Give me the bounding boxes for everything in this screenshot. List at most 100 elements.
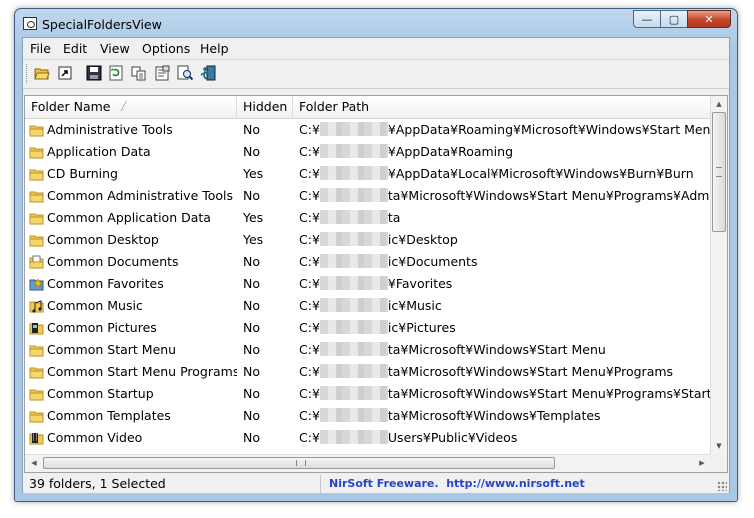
- folder-path: C:¥ Users¥Public¥Videos: [299, 427, 711, 449]
- hidden-flag: No: [243, 386, 260, 401]
- column-header-folder-path[interactable]: Folder Path: [293, 96, 711, 118]
- hidden-flag: No: [243, 144, 260, 159]
- vertical-scrollbar[interactable]: ▲ ▼: [710, 96, 727, 454]
- redacted-username: [319, 408, 388, 422]
- folder-path: C:¥ ta¥Microsoft¥Windows¥Templates: [299, 405, 711, 427]
- menu-help[interactable]: Help: [200, 41, 229, 56]
- scrollbar-corner: [710, 454, 727, 472]
- open-shortcut-button[interactable]: [57, 65, 73, 81]
- hidden-flag: No: [243, 276, 260, 291]
- open-folder-button[interactable]: [34, 65, 50, 81]
- folder-name: Administrative Tools: [47, 122, 173, 137]
- horizontal-scrollbar[interactable]: ◀ ▶: [25, 454, 711, 472]
- folder-path-prefix: C:¥: [299, 430, 320, 445]
- folder-icon: [29, 411, 44, 423]
- table-row[interactable]: Common Music No C:¥ ic¥Music: [25, 295, 711, 317]
- folder-icon: [29, 213, 44, 225]
- scroll-left-icon[interactable]: ◀: [28, 457, 40, 469]
- folder-name: Common Application Data: [47, 210, 211, 225]
- folder-path-suffix: ¥AppData¥Roaming¥Microsoft¥Windows¥Start…: [387, 122, 711, 137]
- column-header-folder-name[interactable]: Folder Name ╱: [25, 96, 237, 118]
- exit-icon: [200, 65, 216, 81]
- properties-button[interactable]: [154, 65, 170, 81]
- minimize-icon: —: [641, 12, 653, 26]
- menu-view[interactable]: View: [100, 41, 130, 56]
- column-header-label: Folder Path: [299, 99, 370, 114]
- scroll-right-icon[interactable]: ▶: [696, 457, 708, 469]
- table-row[interactable]: Common Video No C:¥ Users¥Public¥Videos: [25, 427, 711, 449]
- minimize-button[interactable]: —: [633, 10, 661, 28]
- table-row[interactable]: Common Start Menu Programs No C:¥ ta¥Micros…: [25, 361, 711, 383]
- folder-path: C:¥ ta: [299, 207, 711, 229]
- folder-icon: [29, 191, 44, 203]
- hidden-flag: No: [243, 320, 260, 335]
- hidden-flag: No: [243, 122, 260, 137]
- folder-path-suffix: ta: [387, 210, 401, 225]
- folder-icon: [29, 367, 44, 379]
- folder-name: CD Burning: [47, 166, 118, 181]
- folder-list[interactable]: Folder Name ╱ Hidden Folder Path Adminis…: [24, 95, 728, 473]
- maximize-button[interactable]: ▢: [660, 10, 688, 28]
- table-row[interactable]: Common Startup No C:¥ ta¥Microsoft¥Windows¥…: [25, 383, 711, 405]
- folder-path: C:¥ ic¥Desktop: [299, 229, 711, 251]
- menu-file[interactable]: File: [30, 41, 51, 56]
- table-row[interactable]: Common Administrative Tools No C:¥ ta¥Micro…: [25, 185, 711, 207]
- find-button[interactable]: [177, 65, 194, 81]
- open-shortcut-icon: [58, 66, 72, 80]
- table-row[interactable]: Common Application Data Yes C:¥ ta: [25, 207, 711, 229]
- title-bar[interactable]: SpecialFoldersView — ▢ ✕: [15, 9, 737, 37]
- close-icon: ✕: [704, 12, 714, 26]
- column-header-label: Hidden: [243, 99, 288, 114]
- toolbar-grip[interactable]: [26, 64, 29, 83]
- folder-path-prefix: C:¥: [299, 188, 320, 203]
- table-row[interactable]: Common Pictures No C:¥ ic¥Pictures: [25, 317, 711, 339]
- redacted-username: [319, 342, 388, 356]
- sort-arrow-icon: ╱: [121, 102, 127, 112]
- folder-path-prefix: C:¥: [299, 122, 320, 137]
- scroll-down-icon[interactable]: ▼: [713, 440, 725, 452]
- hidden-flag: No: [243, 408, 260, 423]
- folder-path: C:¥ ta¥Microsoft¥Windows¥Start Menu¥Progr…: [299, 361, 711, 383]
- vertical-scroll-thumb[interactable]: [712, 112, 726, 232]
- client-area: File Edit View Options Help Folder Name …: [22, 37, 730, 493]
- status-credit-link[interactable]: NirSoft Freeware. http://www.nirsoft.net: [329, 475, 585, 493]
- table-row[interactable]: Common Documents No C:¥ ic¥Documents: [25, 251, 711, 273]
- table-row[interactable]: Administrative Tools No C:¥ ¥AppData¥Roamin…: [25, 119, 711, 141]
- folder-path-suffix: ic¥Desktop: [387, 232, 458, 247]
- column-header-hidden[interactable]: Hidden: [237, 96, 293, 118]
- pictures-folder-icon: [29, 323, 44, 335]
- copy-button[interactable]: [131, 65, 147, 81]
- table-row[interactable]: Common Templates No C:¥ ta¥Microsoft¥Window…: [25, 405, 711, 427]
- save-button[interactable]: [86, 65, 102, 81]
- close-button[interactable]: ✕: [687, 10, 731, 28]
- redacted-username: [319, 144, 388, 158]
- table-row[interactable]: Common Start Menu No C:¥ ta¥Microsoft¥Windo…: [25, 339, 711, 361]
- folder-path-prefix: C:¥: [299, 210, 320, 225]
- folder-path-prefix: C:¥: [299, 276, 320, 291]
- find-icon: [177, 65, 194, 81]
- table-row[interactable]: Common Desktop Yes C:¥ ic¥Desktop: [25, 229, 711, 251]
- table-row[interactable]: CD Burning Yes C:¥ ¥AppData¥Local¥Microsoft…: [25, 163, 711, 185]
- refresh-icon: [109, 65, 123, 81]
- table-row[interactable]: Common Favorites No C:¥ ¥Favorites: [25, 273, 711, 295]
- table-row[interactable]: Application Data No C:¥ ¥AppData¥Roaming: [25, 141, 711, 163]
- redacted-username: [319, 254, 388, 268]
- column-header-label: Folder Name: [31, 99, 111, 114]
- hidden-flag: No: [243, 364, 260, 379]
- folder-icon: [29, 389, 44, 401]
- horizontal-scroll-thumb[interactable]: [43, 457, 555, 469]
- refresh-button[interactable]: [108, 65, 124, 81]
- folder-path: C:¥ ta¥Microsoft¥Windows¥Start Menu¥Progr…: [299, 383, 711, 405]
- menu-edit[interactable]: Edit: [63, 41, 87, 56]
- exit-button[interactable]: [200, 65, 216, 81]
- folder-path-suffix: ic¥Pictures: [387, 320, 456, 335]
- maximize-icon: ▢: [668, 12, 680, 26]
- menu-options[interactable]: Options: [142, 41, 190, 56]
- folder-path: C:¥ ¥AppData¥Roaming¥Microsoft¥Windows¥St…: [299, 119, 711, 141]
- redacted-username: [319, 386, 388, 400]
- redacted-username: [319, 122, 388, 136]
- toolbar: [23, 59, 729, 89]
- scroll-up-icon[interactable]: ▲: [713, 98, 725, 110]
- resize-grip-icon[interactable]: [717, 481, 727, 491]
- redacted-username: [319, 364, 388, 378]
